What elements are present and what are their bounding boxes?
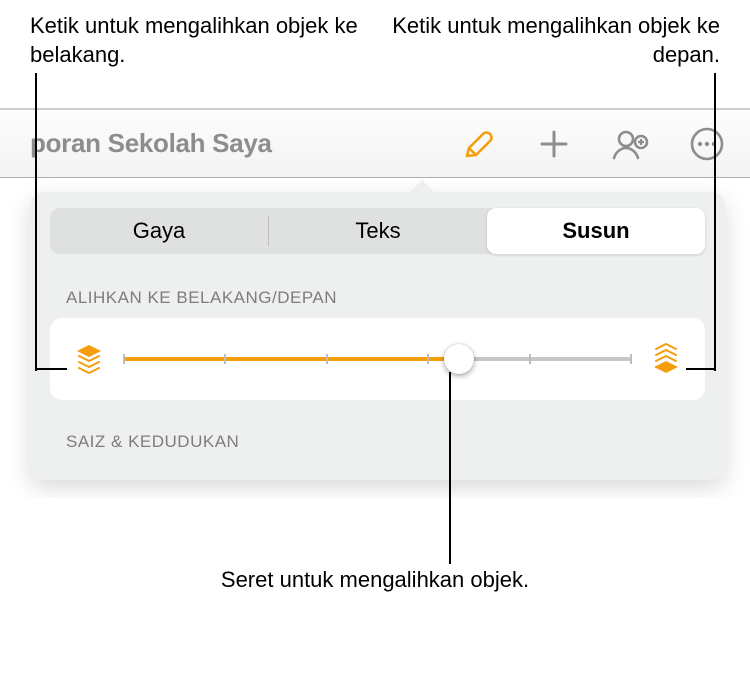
document-title: poran Sekolah Saya xyxy=(30,128,272,159)
slider-thumb[interactable] xyxy=(444,344,474,374)
collaborate-icon[interactable] xyxy=(611,126,649,162)
callout-move-forward: Ketik untuk mengalihkan objek ke depan. xyxy=(380,12,720,69)
mask xyxy=(0,498,750,698)
leader-line xyxy=(35,73,37,103)
format-inspector-popover: Gaya Teks Susun ALIHKAN KE BELAKANG/DEPA… xyxy=(30,192,725,480)
tab-arrange[interactable]: Susun xyxy=(487,208,705,254)
tab-style[interactable]: Gaya xyxy=(50,208,268,254)
slider-tick xyxy=(224,354,226,364)
layer-order-slider[interactable] xyxy=(124,345,631,373)
leader-line xyxy=(449,372,451,564)
leader-line xyxy=(686,368,714,370)
section-move-header: ALIHKAN KE BELAKANG/DEPAN xyxy=(30,270,725,318)
bring-forward-icon[interactable] xyxy=(649,342,683,376)
leader-line xyxy=(714,73,716,103)
callout-move-backward: Ketik untuk mengalihkan objek ke belakan… xyxy=(30,12,370,69)
more-ellipsis-icon[interactable] xyxy=(689,126,725,162)
section-size-header: SAIZ & KEDUDUKAN xyxy=(30,400,725,480)
send-backward-icon[interactable] xyxy=(72,342,106,376)
app-toolbar: poran Sekolah Saya xyxy=(0,108,750,178)
layer-order-row xyxy=(50,318,705,400)
slider-tick xyxy=(427,354,429,364)
slider-tick xyxy=(123,354,125,364)
leader-line xyxy=(35,368,67,370)
insert-plus-icon[interactable] xyxy=(537,127,571,161)
slider-tick xyxy=(630,354,632,364)
tab-text[interactable]: Teks xyxy=(269,208,487,254)
leader-line xyxy=(35,103,37,371)
slider-tick xyxy=(529,354,531,364)
popover-caret xyxy=(408,180,436,194)
callout-drag-slider: Seret untuk mengalihkan objek. xyxy=(221,566,529,595)
slider-track-fill xyxy=(124,357,459,361)
inspector-tab-segment: Gaya Teks Susun xyxy=(50,208,705,254)
slider-tick xyxy=(326,354,328,364)
format-brush-icon[interactable] xyxy=(461,126,497,162)
leader-line xyxy=(714,103,716,371)
